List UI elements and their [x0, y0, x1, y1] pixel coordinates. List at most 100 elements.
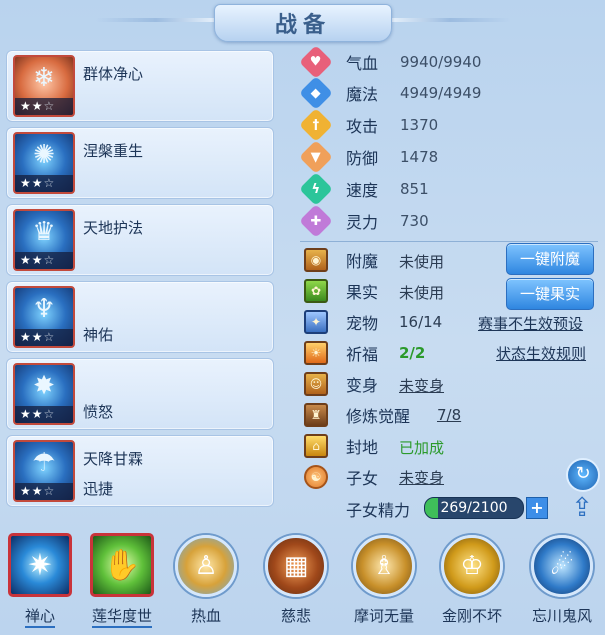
state-rules-link[interactable]: 状态生效规则: [496, 343, 586, 364]
enchant-value: 未使用: [399, 253, 445, 271]
match-preset-link[interactable]: 赛事不生效预设: [478, 313, 583, 334]
add-energy-button[interactable]: +: [526, 497, 548, 519]
energy-text: 269/2100: [440, 500, 508, 516]
stat-mp: ◆ 魔法 4949/4949: [299, 76, 482, 110]
skill-card-5[interactable]: ✸ ★★☆ 愤怒: [6, 358, 274, 430]
star-rating: ★★☆: [15, 98, 73, 115]
bottom-skill-3[interactable]: ♙ 热血: [166, 533, 246, 633]
bottom-skill-7[interactable]: ☄ 忘川鬼风: [522, 533, 602, 633]
skill-card-4[interactable]: ♆ ★★☆ 神佑: [6, 281, 274, 353]
skill-name: 天地护法: [83, 219, 144, 237]
bottom-skill-1[interactable]: ✷ 禅心: [0, 533, 80, 633]
stat-speed: ϟ 速度 851: [299, 172, 429, 206]
skill-card-6[interactable]: ☂ ★★☆ 天降甘霖 迅捷: [6, 435, 274, 507]
bottom-skill-6[interactable]: ♔ 金刚不坏: [432, 533, 512, 633]
stat-spirit: ✚ 灵力 730: [299, 204, 429, 238]
lotus-hand-icon: ✋: [90, 533, 154, 597]
state-child: ☯ 子女: [304, 464, 378, 490]
vajra-icon: ♔: [441, 535, 503, 597]
state-transform: ☺ 变身: [304, 371, 378, 397]
stat-label: 防御: [346, 149, 379, 168]
title-ornament-left: [96, 18, 216, 22]
sword-icon: †: [299, 108, 333, 142]
bottom-skill-4[interactable]: ▦ 慈悲: [256, 533, 336, 633]
child-energy-label: 子女精力: [346, 501, 411, 520]
state-pet: ✦ 宠物: [304, 309, 378, 335]
stat-value: 851: [400, 180, 429, 198]
stat-label: 魔法: [346, 85, 379, 104]
child-icon: ☯: [304, 465, 328, 489]
cultivate-icon: ♜: [304, 403, 328, 427]
skill-card-3[interactable]: ♛ ★★☆ 天地护法: [6, 204, 274, 276]
stat-hp: ♥ 气血 9940/9940: [299, 45, 482, 79]
rain-icon: ☂ ★★☆: [13, 440, 75, 502]
bottom-skill-label: 金刚不坏: [441, 607, 502, 625]
star-rating: ★★☆: [15, 406, 73, 423]
page-title: 战备: [274, 13, 331, 38]
state-label: 宠物: [346, 314, 379, 333]
rage-icon: ✸ ★★☆: [13, 363, 75, 425]
heart-icon: ♥: [299, 45, 333, 79]
state-label: 变身: [346, 376, 379, 395]
star-rating: ★★☆: [15, 175, 73, 192]
state-cultivate: ♜ 修炼觉醒: [304, 402, 410, 428]
skill-card-2[interactable]: ✺ ★★☆ 涅槃重生: [6, 127, 274, 199]
ice-pop-icon: ❄ ★★☆: [13, 55, 75, 117]
skill-sub: 迅捷: [83, 480, 114, 498]
refresh-icon[interactable]: ↻: [566, 458, 600, 492]
guardian-icon: ♛ ★★☆: [13, 209, 75, 271]
pet-icon: ✦: [304, 310, 328, 334]
transform-value[interactable]: 未变身: [399, 375, 444, 396]
one-click-enchant-button[interactable]: 一键附魔: [506, 243, 594, 275]
star-rating: ★★☆: [15, 329, 73, 346]
stat-value: 1370: [400, 116, 439, 134]
phoenix-icon: ✺ ★★☆: [13, 132, 75, 194]
stat-value: 730: [400, 212, 429, 230]
stat-label: 攻击: [346, 117, 379, 136]
blessing-icon: ♆ ★★☆: [13, 286, 75, 348]
mercy-icon: ▦: [265, 535, 327, 597]
transform-icon: ☺: [304, 372, 328, 396]
state-label: 子女: [346, 469, 379, 488]
skill-name: 涅槃重生: [83, 142, 144, 160]
skill-name: 群体净心: [83, 65, 144, 83]
enchant-icon: ◉: [304, 248, 328, 272]
state-bless: ☀ 祈福: [304, 340, 378, 366]
state-enchant: ◉ 附魔: [304, 247, 378, 273]
ghost-wind-icon: ☄: [531, 535, 593, 597]
state-label: 修炼觉醒: [346, 407, 411, 426]
star-rating: ★★☆: [15, 483, 73, 500]
skill-sub: 神佑: [83, 326, 114, 344]
mana-icon: ◆: [299, 76, 333, 110]
skill-card-1[interactable]: ❄ ★★☆ 群体净心: [6, 50, 274, 122]
stat-label: 灵力: [346, 213, 379, 232]
state-label: 果实: [346, 283, 379, 302]
state-label: 封地: [346, 438, 379, 457]
fruit-icon: ✿: [304, 279, 328, 303]
bottom-skill-label: 禅心: [0, 605, 80, 628]
spirit-icon: ✚: [299, 204, 333, 238]
stat-label: 气血: [346, 54, 379, 73]
one-click-fruit-button[interactable]: 一键果实: [506, 278, 594, 310]
child-value[interactable]: 未变身: [399, 467, 444, 488]
title-ornament-right: [390, 18, 510, 22]
bottom-skill-label: 慈悲: [280, 607, 311, 625]
cultivate-value[interactable]: 7/8: [437, 406, 461, 424]
hot-blood-icon: ♙: [175, 535, 237, 597]
divider: [300, 241, 598, 242]
bless-icon: ☀: [304, 341, 328, 365]
stat-value: 9940/9940: [400, 53, 482, 71]
star-rating: ★★☆: [15, 252, 73, 269]
bottom-skill-label: 摩诃无量: [353, 607, 414, 625]
bottom-skill-5[interactable]: ♗ 摩诃无量: [344, 533, 424, 633]
child-energy-bar: 269/2100: [424, 497, 524, 519]
shield-icon: ▼: [299, 140, 333, 174]
skill-sub: 愤怒: [83, 403, 114, 421]
stat-defense: ▼ 防御 1478: [299, 140, 438, 174]
stat-value: 4949/4949: [400, 84, 482, 102]
title-bar: 战备: [214, 4, 392, 42]
bottom-skill-2[interactable]: ✋ 莲华度世: [82, 533, 162, 633]
pet-value: 16/14: [399, 313, 443, 331]
share-icon[interactable]: ⇪: [566, 493, 598, 523]
state-fruit: ✿ 果实: [304, 278, 378, 304]
